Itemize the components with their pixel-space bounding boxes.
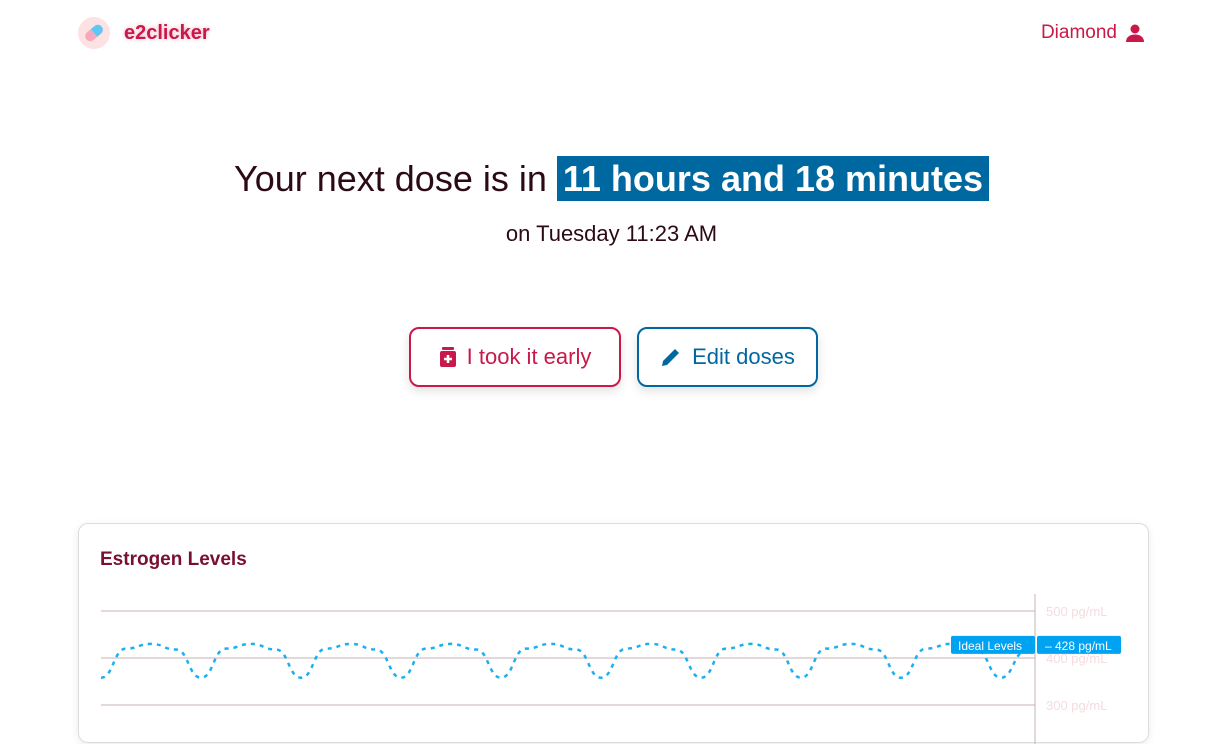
logo[interactable]: e2clicker (78, 17, 210, 49)
user-icon (1126, 24, 1144, 42)
ideal-levels-label: Ideal Levels (958, 639, 1022, 653)
estrogen-chart: 500 pg/mL400 pg/mL300 pg/mLIdeal Levels –… (100, 594, 1121, 744)
edit-doses-label: Edit doses (692, 344, 795, 369)
headline-time: 11 hours and 18 minutes (556, 156, 990, 201)
edit-doses-button[interactable]: Edit doses (637, 327, 818, 387)
headline-prefix: Your next dose is in (233, 158, 547, 199)
pill-icon (78, 17, 110, 49)
y-tick-label: 300 pg/mL (1046, 698, 1107, 713)
estrogen-chart-card: Estrogen Levels 500 pg/mL 400 pg/mL 300 pg… (78, 523, 1149, 744)
next-dose-headline: Your next dose is in 11 hours and 18 min… (0, 156, 1223, 201)
took-early-label: I took it early (466, 344, 592, 369)
user-name: Diamond (1040, 22, 1117, 43)
estrogen-level-line (100, 642, 1027, 679)
next-dose-date: on Tuesday 11:23 AM (505, 221, 718, 246)
app-name: e2clicker (124, 21, 210, 44)
ideal-value-label: – 428 pg/mL (1045, 639, 1112, 653)
medicine-bottle-icon (439, 347, 456, 367)
pencil-icon (662, 349, 680, 366)
user-menu[interactable]: Diamond (1041, 22, 1145, 44)
y-tick-label: 500 pg/mL (1046, 604, 1107, 619)
took-early-button[interactable]: I took it early (409, 327, 621, 387)
